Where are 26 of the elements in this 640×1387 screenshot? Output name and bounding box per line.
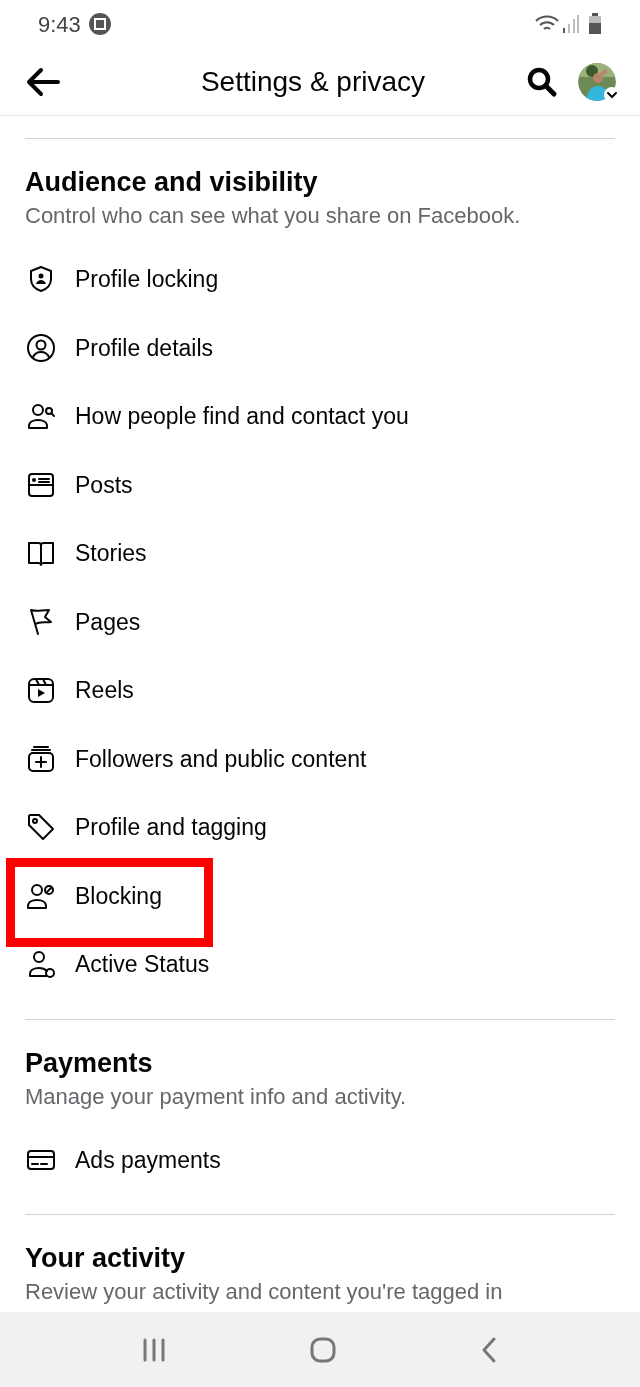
signal-icon	[562, 14, 580, 34]
home-icon[interactable]	[309, 1335, 337, 1364]
settings-item[interactable]: Posts	[25, 456, 133, 513]
section-subtitle: Manage your payment info and activity.	[25, 1082, 408, 1111]
settings-item[interactable]: Reels	[25, 662, 134, 719]
battery-icon	[588, 13, 602, 35]
section-title: Audience and visibility	[25, 166, 319, 199]
recent-apps-icon[interactable]	[141, 1336, 167, 1363]
user-circle-icon	[25, 331, 57, 364]
section-title: Your activity	[25, 1242, 187, 1275]
settings-item[interactable]: Ads payments	[25, 1131, 221, 1188]
page-title: Settings & privacy	[200, 64, 426, 99]
settings-item[interactable]: Profile details	[25, 319, 214, 376]
status-time: 9:43	[38, 10, 81, 39]
settings-item[interactable]: Profile locking	[25, 251, 219, 308]
settings-item[interactable]: Blocking	[25, 867, 162, 924]
section-title: Payments	[25, 1046, 154, 1080]
settings-item[interactable]: Profile and tagging	[25, 799, 267, 856]
settings-item[interactable]: Stories	[25, 525, 147, 582]
section-subtitle: Control who can see what you share on Facebook.	[25, 202, 522, 230]
settings-item[interactable]: Active Status	[25, 936, 210, 993]
settings-item[interactable]: Pages	[25, 593, 141, 650]
section-subtitle: Review your activity and content you're tagged in	[25, 1278, 504, 1306]
screenshot-icon	[88, 13, 111, 35]
settings-item[interactable]: How people find and contact you	[25, 388, 409, 445]
settings-item[interactable]: Followers and public content	[25, 730, 367, 787]
